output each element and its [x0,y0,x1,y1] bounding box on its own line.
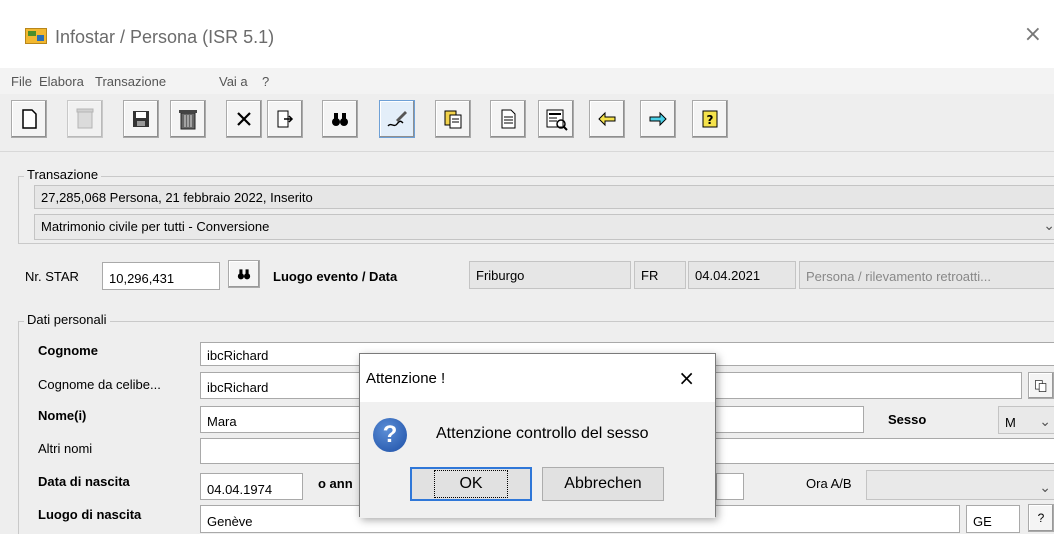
data-nascita-field[interactable]: 04.04.1974 [200,473,303,500]
menu-file[interactable]: File [11,74,32,89]
search-binoculars-icon [332,113,348,126]
copy-icon [1035,379,1047,392]
data-nascita-label: Data di nascita [38,474,130,489]
help-icon: ? [702,110,718,128]
dialog-title: Attenzione ! [366,370,446,387]
save-icon [133,111,149,127]
cognome-celibe-label: Cognome da celibe... [38,377,161,392]
save-button[interactable] [123,100,159,138]
anno-label: o ann [318,476,353,491]
search-button[interactable] [322,100,358,138]
abbrechen-button-label: Abbrechen [564,475,642,492]
svg-text:?: ? [707,113,714,127]
anno-field-partial[interactable] [716,473,744,500]
menu-vai-a[interactable]: Vai a [219,74,248,89]
cancel-icon [237,112,251,126]
luogo-evento-canton: FR [634,261,686,289]
copy-name-button[interactable] [1028,372,1054,399]
luogo-nascita-label: Luogo di nascita [38,507,142,522]
altri-nomi-label: Altri nomi [38,441,93,456]
luogo-evento-label: Luogo evento / Data [273,269,398,284]
new-document-icon [22,109,37,129]
chevron-down-icon: ⌄ [1039,479,1051,495]
edit-sign-icon [387,111,407,127]
ora-label: Ora A/B [806,476,852,491]
nr-star-field[interactable]: 10,296,431 [102,262,220,290]
forward-arrow-icon [649,111,667,127]
form-view-icon [546,109,568,131]
ok-button-label: OK [434,470,508,498]
nr-star-label: Nr. STAR [25,269,79,284]
question-icon: ? [373,418,407,452]
chevron-down-icon: ⌄ [1039,413,1051,429]
help-button[interactable]: ? [692,100,728,138]
delete-disabled-icon [76,108,94,129]
chevron-down-icon: ⌄ [1043,217,1054,233]
alert-dialog: Attenzione ! × ? Attenzione controllo de… [359,353,716,518]
window-close-button[interactable]: × [1024,22,1042,47]
transazione-title: Transazione [24,167,102,182]
sesso-select[interactable]: M ⌄ [998,406,1054,434]
dati-personali-title: Dati personali [24,312,110,327]
form-view-button[interactable] [538,100,574,138]
forward-button[interactable] [640,100,676,138]
delete-disabled-button[interactable] [67,100,103,138]
toolbar: ? [0,94,1054,152]
menu-elabora[interactable]: Elabora [39,74,84,89]
app-logo-icon [25,28,47,44]
nome-label: Nome(i) [38,408,87,423]
document-icon [501,109,516,129]
dialog-titlebar: Attenzione ! × [360,354,715,402]
trash-button[interactable] [170,100,206,138]
back-arrow-icon [598,111,616,127]
window-title: Infostar / Persona (ISR 5.1) [55,27,275,47]
open-record-icon [277,110,294,128]
sesso-value: M [1005,415,1016,430]
star-search-button[interactable] [228,260,260,288]
edit-sign-button[interactable] [379,100,415,138]
ok-button[interactable]: OK [410,467,532,501]
event-type-select[interactable]: Persona / rilevamento retroatti... [799,261,1054,289]
new-document-button[interactable] [11,100,47,138]
menu-help[interactable]: ? [262,74,269,89]
trash-icon [179,110,197,130]
dialog-close-button[interactable]: × [678,366,695,390]
copy-clipboard-icon [444,110,462,129]
event-type-value: Persona / rilevamento retroatti... [806,269,991,284]
transazione-info: 27,285,068 Persona, 21 febbraio 2022, In… [34,185,1054,209]
copy-clipboard-button[interactable] [435,100,471,138]
open-record-button[interactable] [267,100,303,138]
back-button[interactable] [589,100,625,138]
document-button[interactable] [490,100,526,138]
dialog-body: ? Attenzione controllo del sesso OK Abbr… [360,402,715,518]
title-bar: Infostar / Persona (ISR 5.1) × [0,0,1054,68]
transazione-select-value: Matrimonio civile per tutti - Conversion… [41,219,270,234]
luogo-evento-field: Friburgo [469,261,631,289]
cognome-label: Cognome [38,343,98,358]
menu-bar: File Elabora Transazione Vai a ? [0,68,1054,94]
luogo-nascita-canton[interactable]: GE [966,505,1020,533]
menu-transazione[interactable]: Transazione [95,74,166,89]
search-binoculars-icon [237,269,251,280]
transazione-select[interactable]: Matrimonio civile per tutti - Conversion… [34,214,1054,240]
data-evento-field: 04.04.2021 [688,261,796,289]
abbrechen-button[interactable]: Abbrechen [542,467,664,501]
cancel-button[interactable] [226,100,262,138]
dialog-message: Attenzione controllo del sesso [436,425,649,442]
luogo-help-button[interactable]: ? [1028,504,1054,532]
sesso-label: Sesso [888,412,927,427]
ora-select[interactable]: ⌄ [866,470,1054,500]
